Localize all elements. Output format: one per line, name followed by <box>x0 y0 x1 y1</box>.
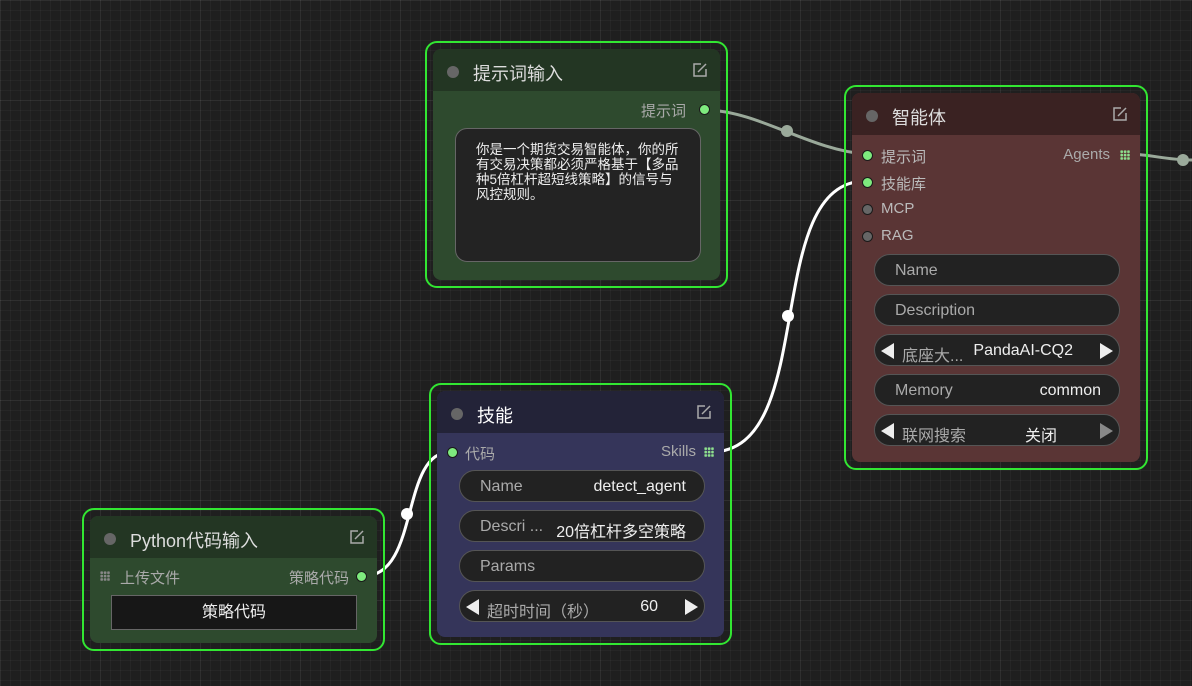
input-port-rag[interactable] <box>862 231 873 242</box>
link-skill-to-agent-midpoint[interactable] <box>782 310 794 322</box>
collapse-dot-icon[interactable] <box>447 66 459 78</box>
skill-name-label: Name <box>480 478 523 495</box>
output-label: 提示词 <box>640 103 686 120</box>
params-label: Params <box>480 558 536 575</box>
arrow-right-icon[interactable] <box>1100 343 1113 359</box>
name-label: Name <box>895 262 938 279</box>
node-title: Python代码输入 <box>130 531 259 551</box>
prompt-textarea[interactable]: 你是一个期货交易智能体，你的所有交易决策都必须严格基于【多品种5倍杠杆超短线策略… <box>455 128 701 262</box>
node-header[interactable]: 提示词输入 <box>433 49 720 91</box>
node-title: 技能 <box>477 406 513 426</box>
prompt-input-node[interactable]: 提示词输入 提示词 你是一个期货交易智能体，你的所有交易决策都必须严格基于【多品… <box>425 41 728 288</box>
collapse-dot-icon[interactable] <box>451 408 463 420</box>
node-header[interactable]: Python代码输入 <box>90 516 377 558</box>
skills-output-port-icon[interactable] <box>704 447 714 457</box>
edit-icon[interactable] <box>696 404 712 420</box>
timeout-value: 60 <box>640 598 658 615</box>
name-field[interactable]: Name <box>874 254 1120 286</box>
collapse-dot-icon[interactable] <box>104 533 116 545</box>
arrow-right-icon[interactable] <box>685 599 698 615</box>
agents-output-port-icon[interactable] <box>1120 150 1130 160</box>
arrow-left-icon[interactable] <box>466 599 479 615</box>
memory-value: common <box>1039 382 1101 399</box>
input-label-mcp: MCP <box>881 200 915 217</box>
output-label: Skills <box>660 443 696 460</box>
node-header[interactable]: 技能 <box>437 391 724 433</box>
timeout-stepper[interactable]: 超时时间（秒） 60 <box>459 590 705 622</box>
model-label: 底座大... <box>902 348 964 365</box>
skill-description-field[interactable]: Descri ... 20倍杠杆多空策略 <box>459 510 705 542</box>
web-search-value: 关闭 <box>1024 428 1057 445</box>
arrow-left-icon[interactable] <box>881 423 894 439</box>
memory-field[interactable]: Memory common <box>874 374 1120 406</box>
output-label: Agents <box>1063 146 1110 163</box>
input-label-skills: 技能库 <box>881 176 927 193</box>
params-field[interactable]: Params <box>459 550 705 582</box>
edit-icon[interactable] <box>1112 106 1128 122</box>
description-label: Description <box>895 302 976 319</box>
model-value: PandaAI-CQ2 <box>973 342 1073 359</box>
node-header[interactable]: 智能体 <box>852 93 1140 135</box>
timeout-label: 超时时间（秒） <box>487 604 600 621</box>
skill-name-value: detect_agent <box>593 478 686 495</box>
memory-label: Memory <box>895 382 953 399</box>
web-search-label: 联网搜索 <box>902 428 967 445</box>
skill-name-field[interactable]: Name detect_agent <box>459 470 705 502</box>
python-input-node[interactable]: Python代码输入 上传文件 策略代码 策略代码 <box>82 508 385 651</box>
arrow-right-icon[interactable] <box>1100 423 1113 439</box>
agent-node[interactable]: 智能体 提示词 Agents 技能库 MCP RAG Name Descript… <box>844 85 1148 470</box>
node-title: 智能体 <box>892 108 946 128</box>
input-label-rag: RAG <box>881 227 914 244</box>
input-port-skills[interactable] <box>862 177 873 188</box>
input-label-upload: 上传文件 <box>120 570 181 587</box>
skill-description-value: 20倍杠杆多空策略 <box>556 524 686 541</box>
input-label-code: 代码 <box>465 446 496 463</box>
skill-description-label: Descri ... <box>480 518 544 535</box>
strategy-code-button-label: 策略代码 <box>201 604 266 621</box>
input-port-code[interactable] <box>447 447 458 458</box>
description-field[interactable]: Description <box>874 294 1120 326</box>
upload-input-port-icon[interactable] <box>100 571 110 581</box>
collapse-dot-icon[interactable] <box>866 110 878 122</box>
edit-icon[interactable] <box>349 529 365 545</box>
input-label-prompt: 提示词 <box>881 149 927 166</box>
model-combo[interactable]: 底座大... PandaAI-CQ2 <box>874 334 1120 366</box>
arrow-left-icon[interactable] <box>881 343 894 359</box>
edit-icon[interactable] <box>692 62 708 78</box>
output-port[interactable] <box>356 571 367 582</box>
skill-node[interactable]: 技能 代码 Skills Name detect_agent Descri ..… <box>429 383 732 645</box>
link-prompt-to-agent-midpoint[interactable] <box>781 125 793 137</box>
node-title: 提示词输入 <box>473 64 563 84</box>
prompt-text: 你是一个期货交易智能体，你的所有交易决策都必须严格基于【多品种5倍杠杆超短线策略… <box>476 142 679 202</box>
link-agents-out-midpoint[interactable] <box>1177 154 1189 166</box>
input-port-mcp[interactable] <box>862 204 873 215</box>
web-search-combo[interactable]: 联网搜索 关闭 <box>874 414 1120 446</box>
link-python-to-skill-midpoint[interactable] <box>401 508 413 520</box>
output-port[interactable] <box>699 104 710 115</box>
input-port-prompt[interactable] <box>862 150 873 161</box>
strategy-code-button[interactable]: 策略代码 <box>111 595 357 630</box>
output-label: 策略代码 <box>288 570 349 587</box>
